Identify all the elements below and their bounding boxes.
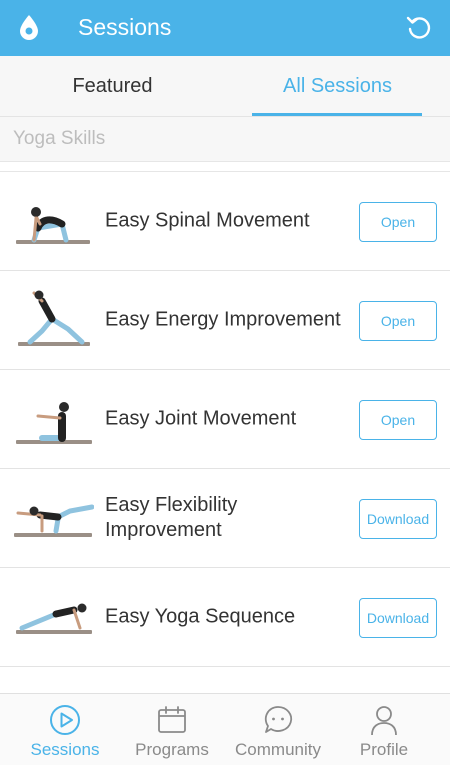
download-button[interactable]: Download	[359, 499, 437, 539]
nav-programs[interactable]: Programs	[120, 694, 224, 765]
nav-community[interactable]: Community	[226, 694, 330, 765]
session-row[interactable]: Easy Yoga Sequence Download	[0, 568, 450, 667]
section-header: Yoga Skills	[0, 117, 450, 162]
chat-bubble-icon	[264, 706, 293, 733]
calendar-icon	[158, 706, 186, 733]
nav-sessions[interactable]: Sessions	[12, 694, 118, 765]
session-title: Easy Energy Improvement	[105, 308, 341, 331]
open-button[interactable]: Open	[359, 202, 437, 242]
nav-label: Community	[235, 740, 321, 759]
yoga-cat-pose-icon	[16, 207, 90, 244]
session-title: Easy Spinal Movement	[105, 209, 310, 232]
drop-logo-icon	[20, 15, 38, 40]
nav-label: Sessions	[30, 740, 100, 759]
nav-label: Profile	[359, 740, 409, 759]
open-button[interactable]: Open	[359, 301, 437, 341]
session-list: Easy Spinal Movement Open Easy Energy Im…	[0, 172, 450, 667]
session-row[interactable]: Easy Joint Movement Open	[0, 370, 450, 469]
yoga-seated-pose-icon	[16, 402, 92, 444]
yoga-lunge-pose-icon	[18, 290, 90, 346]
tab-all-sessions[interactable]: All Sessions	[225, 56, 450, 117]
session-title: Easy Flexibility Improvement	[105, 494, 238, 541]
active-tab-indicator	[252, 113, 422, 116]
bottom-nav: Sessions Programs Community Profile	[0, 693, 450, 765]
session-title: Easy Joint Movement	[105, 407, 297, 430]
refresh-icon	[406, 16, 431, 39]
app-bar: Sessions	[0, 0, 450, 56]
session-row[interactable]: Easy Energy Improvement Open	[0, 271, 450, 370]
refresh-button[interactable]	[404, 12, 434, 42]
play-circle-icon	[50, 705, 80, 735]
tab-bar: Featured All Sessions	[0, 56, 450, 117]
yoga-bird-dog-pose-icon	[14, 504, 94, 537]
nav-profile[interactable]: Profile	[332, 694, 436, 765]
session-title: Easy Yoga Sequence	[105, 605, 296, 628]
section-label: Yoga Skills	[13, 128, 106, 149]
session-row[interactable]: Easy Flexibility Improvement Download	[0, 469, 450, 568]
page-title: Sessions	[78, 14, 172, 40]
yoga-plank-pose-icon	[16, 603, 92, 634]
person-icon	[371, 706, 397, 736]
open-button[interactable]: Open	[359, 400, 437, 440]
session-row[interactable]: Easy Spinal Movement Open	[0, 172, 450, 271]
tab-featured[interactable]: Featured	[0, 56, 225, 117]
nav-label: Programs	[135, 740, 209, 759]
download-button[interactable]: Download	[359, 598, 437, 638]
section-divider	[0, 162, 450, 172]
